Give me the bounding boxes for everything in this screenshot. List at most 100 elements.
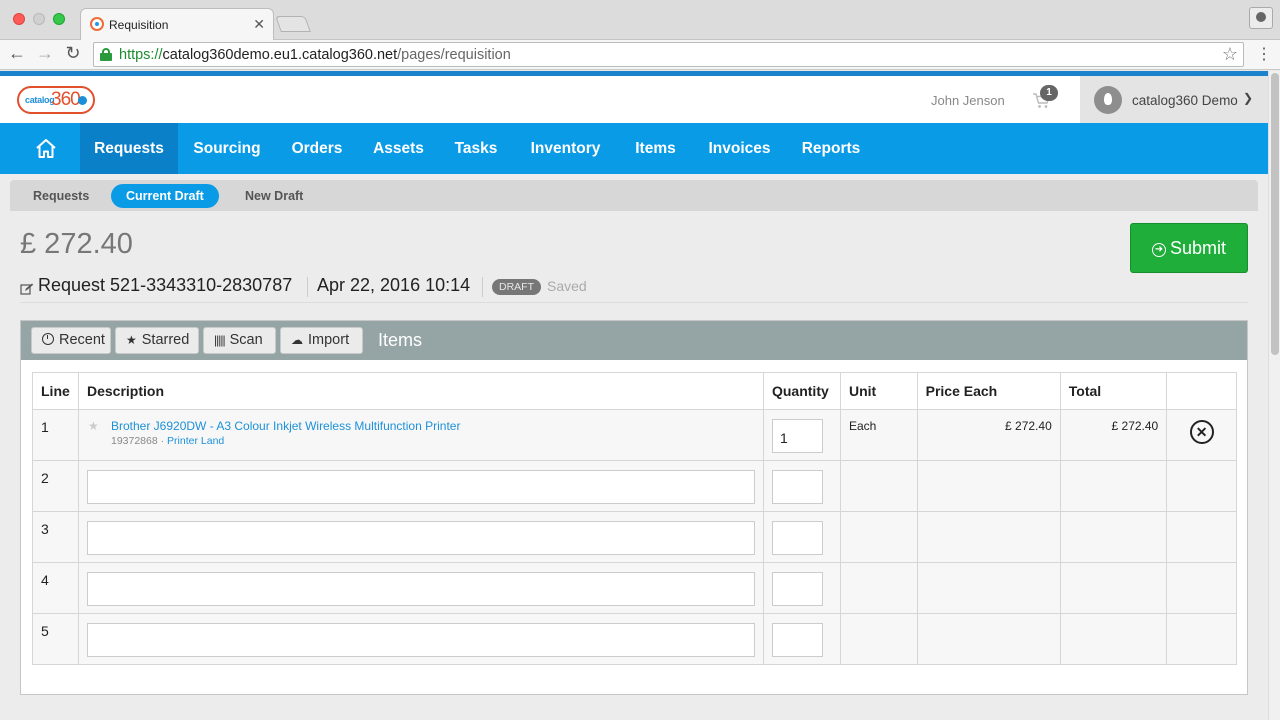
remove-circle-icon[interactable]: ✕	[1189, 420, 1214, 444]
table-row: 4	[32, 562, 1237, 614]
description-input[interactable]	[86, 623, 755, 657]
bookmark-star-icon[interactable]: ☆	[1222, 44, 1238, 65]
catalog360-logo[interactable]: catalog 360	[17, 86, 95, 114]
browser-tab[interactable]: Requisition ✕	[80, 8, 274, 40]
favicon-icon	[90, 17, 104, 31]
browser-profile-button[interactable]	[1249, 7, 1273, 29]
quantity-input[interactable]	[771, 470, 823, 504]
unit-cell: Each	[839, 409, 918, 461]
line-number: 4	[32, 562, 79, 614]
cart-button[interactable]: 1	[1032, 85, 1058, 111]
browser-toolbar: ← → ↻ https://catalog360demo.eu1.catalog…	[0, 40, 1280, 70]
address-bar[interactable]: https://catalog360demo.eu1.catalog360.ne…	[93, 42, 1244, 67]
main-nav: Requests Sourcing Orders Assets Tasks In…	[0, 123, 1268, 174]
description-input[interactable]	[86, 572, 755, 606]
edit-icon[interactable]	[20, 279, 34, 295]
page-scrollbar[interactable]	[1268, 71, 1280, 720]
sub-nav: Requests Current Draft New Draft	[10, 180, 1258, 211]
requisition-total: £ 272.40	[20, 228, 133, 260]
avatar	[1094, 86, 1122, 114]
cloud-upload-icon: ☁	[291, 333, 303, 347]
quantity-input[interactable]: 1	[771, 419, 823, 453]
forward-arrow-icon[interactable]: →	[34, 43, 56, 64]
nav-assets[interactable]: Assets	[358, 123, 439, 174]
lock-icon	[100, 48, 112, 61]
back-arrow-icon[interactable]: ←	[6, 43, 28, 64]
quantity-cell	[762, 511, 841, 563]
nav-sourcing[interactable]: Sourcing	[178, 123, 276, 174]
total-cell: £ 272.40	[1059, 409, 1168, 461]
quantity-cell: 1	[762, 409, 841, 461]
col-quantity: Quantity	[762, 372, 841, 410]
browser-menu-icon[interactable]: ⋮	[1256, 44, 1272, 64]
description-input[interactable]	[86, 521, 755, 555]
line-number: 2	[32, 460, 79, 512]
items-table: Line Description Quantity Unit Price Eac…	[32, 372, 1237, 665]
account-name: catalog360 Demo	[1132, 93, 1238, 108]
app-header: catalog 360 John Jenson 1 catalog360 Dem…	[0, 76, 1268, 123]
user-name[interactable]: John Jenson	[931, 93, 1005, 108]
items-panel: Recent ★ Starred ||||| Scan ☁ Import Items …	[20, 320, 1248, 695]
nav-orders[interactable]: Orders	[276, 123, 358, 174]
table-row: 1 ★ Brother J6920DW - A3 Colour Inkjet W…	[32, 409, 1237, 461]
supplier-link[interactable]: Printer Land	[167, 435, 224, 447]
col-price-each: Price Each	[916, 372, 1061, 410]
page-viewport: catalog 360 John Jenson 1 catalog360 Dem…	[0, 71, 1268, 720]
submit-button[interactable]: ➜ Submit	[1130, 223, 1248, 273]
nav-inventory[interactable]: Inventory	[513, 123, 618, 174]
description-input[interactable]	[86, 470, 755, 504]
item-meta: 19372868 · Printer Land	[110, 435, 225, 447]
items-panel-header: Recent ★ Starred ||||| Scan ☁ Import Items	[21, 321, 1247, 360]
col-total: Total	[1059, 372, 1168, 410]
recent-button[interactable]: Recent	[31, 327, 111, 354]
new-tab-button[interactable]	[275, 16, 311, 32]
window-minimize-button[interactable]	[33, 13, 45, 25]
tab-close-icon[interactable]: ✕	[253, 16, 265, 33]
item-link[interactable]: Brother J6920DW - A3 Colour Inkjet Wirel…	[111, 419, 460, 433]
panel-title: Items	[378, 330, 423, 350]
favorite-star-icon[interactable]: ★	[88, 419, 99, 433]
line-number: 3	[32, 511, 79, 563]
subtab-new-draft[interactable]: New Draft	[230, 184, 318, 208]
nav-reports[interactable]: Reports	[786, 123, 876, 174]
subtab-current-draft[interactable]: Current Draft	[111, 184, 219, 208]
reload-icon[interactable]: ↻	[62, 43, 84, 64]
table-header-row: Line Description Quantity Unit Price Eac…	[32, 372, 1237, 410]
scrollbar-thumb[interactable]	[1271, 73, 1279, 355]
account-menu[interactable]: catalog360 Demo ❯	[1080, 76, 1268, 123]
quantity-cell	[762, 613, 841, 665]
description-cell: ★ Brother J6920DW - A3 Colour Inkjet Wir…	[77, 409, 764, 461]
description-cell	[77, 460, 764, 512]
nav-requests[interactable]: Requests	[80, 123, 178, 174]
quantity-input[interactable]	[771, 623, 823, 657]
starred-button[interactable]: ★ Starred	[115, 327, 199, 354]
table-row: 5	[32, 613, 1237, 665]
import-button[interactable]: ☁ Import	[280, 327, 363, 354]
home-icon[interactable]	[25, 136, 67, 161]
col-actions	[1166, 372, 1237, 410]
clock-icon	[42, 333, 54, 345]
col-unit: Unit	[839, 372, 918, 410]
request-number: Request 521-3343310-2830787	[38, 275, 293, 295]
line-number: 5	[32, 613, 79, 665]
chevron-down-icon: ❯	[1243, 91, 1254, 105]
url-text: https://catalog360demo.eu1.catalog360.ne…	[119, 47, 511, 63]
scan-button[interactable]: ||||| Scan	[203, 327, 276, 354]
browser-tab-strip: Requisition ✕	[0, 0, 1280, 40]
quantity-input[interactable]	[771, 521, 823, 555]
status-badge: DRAFT	[492, 279, 541, 295]
star-icon: ★	[126, 333, 137, 347]
description-cell	[77, 562, 764, 614]
subtab-requests[interactable]: Requests	[18, 184, 104, 208]
window-maximize-button[interactable]	[53, 13, 65, 25]
nav-invoices[interactable]: Invoices	[693, 123, 786, 174]
nav-items[interactable]: Items	[618, 123, 693, 174]
window-close-button[interactable]	[13, 13, 25, 25]
table-row: 2	[32, 460, 1237, 512]
request-date: Apr 22, 2016 10:14	[317, 275, 471, 295]
col-description: Description	[77, 372, 764, 410]
quantity-input[interactable]	[771, 572, 823, 606]
nav-tasks[interactable]: Tasks	[439, 123, 513, 174]
tab-title: Requisition	[109, 18, 169, 32]
actions-cell: ✕	[1166, 409, 1237, 461]
